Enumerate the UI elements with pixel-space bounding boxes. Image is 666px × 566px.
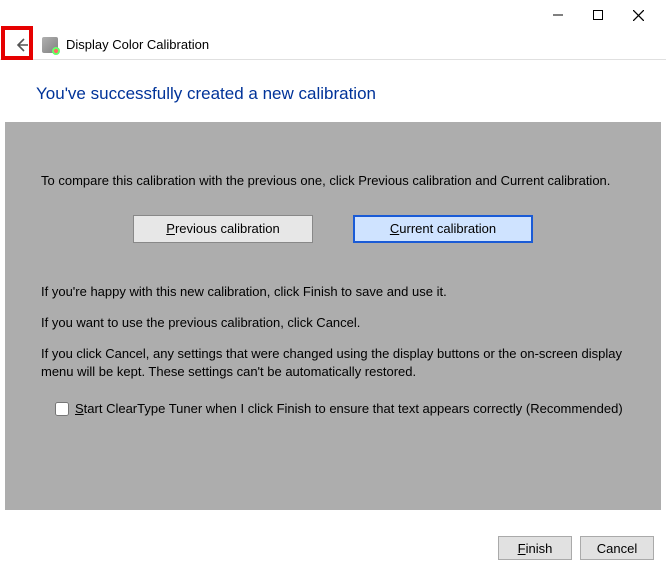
window-titlebar xyxy=(0,0,666,30)
finish-instruction-text: If you're happy with this new calibratio… xyxy=(41,283,625,302)
cancel-button[interactable]: Cancel xyxy=(580,536,654,560)
display-calibration-app-icon xyxy=(42,37,58,53)
cleartype-checkbox-label[interactable]: Start ClearType Tuner when I click Finis… xyxy=(75,400,625,419)
footer-button-row: Finish Cancel xyxy=(498,536,654,560)
page-heading: You've successfully created a new calibr… xyxy=(36,84,666,104)
calibration-button-row: Previous calibration Current calibration xyxy=(41,215,625,243)
page-heading-row: You've successfully created a new calibr… xyxy=(0,60,666,122)
cleartype-checkbox[interactable] xyxy=(55,402,69,416)
cancel-warning-text: If you click Cancel, any settings that w… xyxy=(41,345,625,383)
cleartype-checkbox-row: Start ClearType Tuner when I click Finis… xyxy=(55,400,625,419)
current-calibration-button[interactable]: Current calibration xyxy=(353,215,533,243)
finish-button[interactable]: Finish xyxy=(498,536,572,560)
close-button[interactable] xyxy=(618,1,658,29)
compare-instruction-text: To compare this calibration with the pre… xyxy=(41,172,625,191)
previous-calibration-button[interactable]: Previous calibration xyxy=(133,215,313,243)
maximize-button[interactable] xyxy=(578,1,618,29)
window-title: Display Color Calibration xyxy=(66,37,209,52)
back-arrow-icon[interactable] xyxy=(10,33,34,57)
cancel-instruction-text: If you want to use the previous calibrat… xyxy=(41,314,625,333)
minimize-button[interactable] xyxy=(538,1,578,29)
header-bar: Display Color Calibration xyxy=(0,30,666,60)
content-panel: To compare this calibration with the pre… xyxy=(5,122,661,510)
